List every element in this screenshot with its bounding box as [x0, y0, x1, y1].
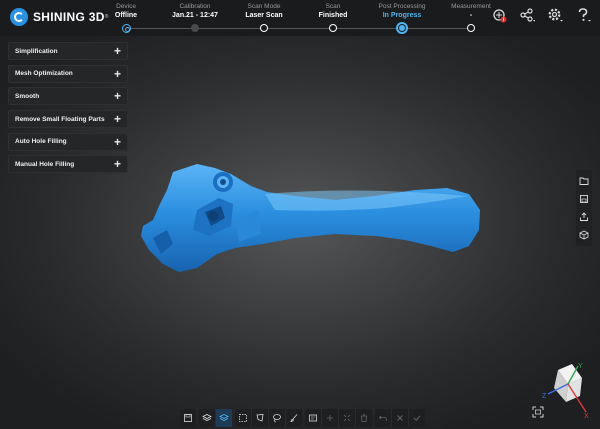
bottom-toolbar-group-edit [305, 409, 372, 427]
delete-icon[interactable] [356, 409, 372, 427]
layers-icon[interactable] [199, 409, 216, 427]
step-scan-marker [329, 24, 337, 32]
axis-label-x: X [584, 413, 589, 420]
axis-label-y: Y [578, 363, 583, 370]
settings-icon[interactable] [546, 6, 564, 24]
texture-warning-icon[interactable] [490, 6, 508, 24]
step-value: Jan.21 - 12:47 [172, 12, 218, 19]
save-icon[interactable] [576, 190, 592, 208]
expand-plus-icon[interactable]: + [114, 45, 121, 57]
panel-item-label: Auto Hole Filling [15, 138, 67, 146]
brush-select-icon[interactable] [286, 409, 302, 427]
polygon-select-icon[interactable] [252, 409, 269, 427]
bottom-toolbar-group-project [180, 409, 196, 427]
step-label: Device [116, 3, 136, 10]
step-post-processing-marker [396, 22, 408, 34]
panel-item-remove-small-floating-parts[interactable]: Remove Small Floating Parts + [8, 110, 128, 129]
step-scan-mode[interactable]: Scan Mode Laser Scan [229, 2, 299, 32]
panel-item-manual-hole-filling[interactable]: Manual Hole Filling + [8, 155, 128, 174]
save-project-icon[interactable] [180, 409, 196, 427]
panel-item-label: Manual Hole Filling [15, 160, 75, 168]
panel-item-label: Smooth [15, 92, 40, 100]
undo-icon[interactable] [375, 409, 392, 427]
step-calibration-marker [191, 24, 199, 32]
panel-item-smooth[interactable]: Smooth + [8, 87, 128, 106]
axis-label-z: Z [542, 393, 547, 400]
confirm-icon[interactable] [409, 409, 425, 427]
bottom-toolbar-group-layers [199, 409, 232, 427]
panel-item-simplification[interactable]: Simplification + [8, 42, 128, 60]
layers-active-icon[interactable] [216, 409, 232, 427]
cube-icon[interactable] [576, 226, 592, 244]
lasso-select-icon[interactable] [269, 409, 286, 427]
rect-select-icon[interactable] [235, 409, 252, 427]
step-label: Scan [325, 3, 341, 10]
expand-plus-icon[interactable]: + [114, 113, 121, 125]
step-value: In Progress [382, 12, 422, 19]
step-calibration[interactable]: Calibration Jan.21 - 12:47 [160, 2, 230, 32]
top-bar: SHINING 3D ® Device Offline Calibration … [0, 0, 600, 36]
post-processing-panel: Simplification + Mesh Optimization + Smo… [8, 42, 128, 178]
help-icon[interactable] [574, 6, 592, 24]
expand-plus-icon[interactable]: + [114, 68, 121, 80]
step-post-processing[interactable]: Post Processing In Progress [367, 2, 437, 34]
panel-item-label: Mesh Optimization [15, 70, 73, 78]
expand-plus-icon[interactable]: + [114, 158, 121, 170]
expand-plus-icon[interactable]: + [114, 136, 121, 148]
select-connected-icon[interactable] [339, 409, 356, 427]
step-measurement-marker [467, 24, 475, 32]
workflow-steps: Device Offline Calibration Jan.21 - 12:4… [98, 0, 498, 36]
bottom-toolbar-group-selection [235, 409, 302, 427]
panel-item-label: Remove Small Floating Parts [15, 115, 105, 123]
bottom-toolbar-group-history [375, 409, 425, 427]
folder-icon[interactable] [576, 172, 592, 190]
step-scan-mode-marker [260, 24, 268, 32]
workflow-track [126, 28, 470, 29]
top-icons [490, 6, 592, 24]
expand-plus-icon[interactable]: + [114, 90, 121, 102]
step-label: Post Processing [378, 3, 426, 10]
step-scan[interactable]: Scan Finished [298, 2, 368, 32]
step-value: Offline [114, 12, 138, 19]
scanned-model-mesh[interactable] [135, 150, 485, 280]
bottom-toolbar [180, 409, 425, 427]
invert-select-icon[interactable] [322, 409, 339, 427]
cancel-icon[interactable] [392, 409, 409, 427]
step-device[interactable]: Device Offline [91, 2, 161, 33]
step-value: Finished [318, 12, 348, 19]
step-label: Scan Mode [247, 3, 281, 10]
step-label: Calibration [179, 3, 211, 10]
select-all-icon[interactable] [305, 409, 322, 427]
step-value: Laser Scan [245, 12, 283, 19]
panel-item-mesh-optimization[interactable]: Mesh Optimization + [8, 64, 128, 83]
step-device-marker [122, 24, 131, 33]
export-icon[interactable] [576, 208, 592, 226]
axis-orientation-gizmo[interactable]: Y X Z [540, 362, 594, 420]
right-toolbar [576, 170, 592, 246]
brand-logo-icon [10, 8, 28, 26]
share-icon[interactable] [518, 6, 536, 24]
panel-item-auto-hole-filling[interactable]: Auto Hole Filling + [8, 132, 128, 151]
panel-item-label: Simplification [15, 47, 58, 55]
app-window: SHINING 3D ® Device Offline Calibration … [0, 0, 600, 429]
